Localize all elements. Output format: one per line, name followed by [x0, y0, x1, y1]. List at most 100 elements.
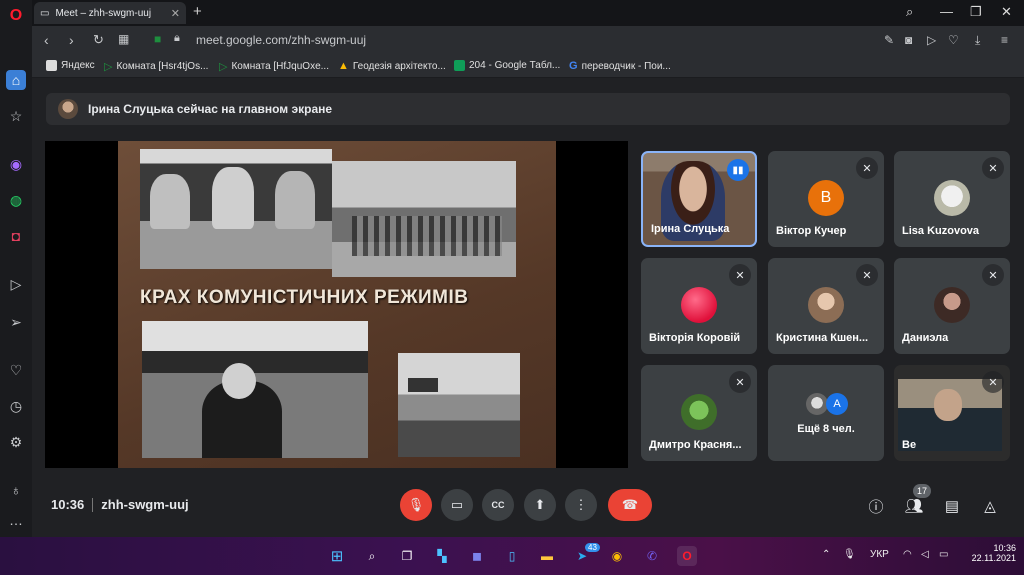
volume-icon[interactable]: ◁: [921, 549, 929, 560]
url-field[interactable]: meet.google.com/zhh-swgm-uuj: [196, 33, 366, 47]
mic-toggle-button[interactable]: 🎙︎: [400, 489, 432, 521]
solidarnosc-logo: [150, 327, 360, 349]
activities-icon: ◬: [984, 498, 996, 515]
banner-text: Ірина Слуцька сейчас на главном экране: [88, 102, 333, 116]
instagram-icon[interactable]: ◘: [6, 226, 26, 246]
battery-icon[interactable]: ▭: [939, 549, 948, 560]
telegram-badge: 43: [585, 543, 600, 552]
viber-icon[interactable]: ✆: [642, 546, 662, 566]
widgets-icon[interactable]: ▚: [432, 546, 452, 566]
chat-icon: ▤: [944, 498, 960, 515]
participant-tile[interactable]: ✕ В Віктор Кучер: [768, 151, 884, 247]
heart-icon[interactable]: ♡: [6, 360, 26, 380]
bookmark-label: Комната [Hsr4tjOs...: [116, 61, 209, 72]
participant-tile[interactable]: ✕ Ве: [894, 365, 1010, 461]
send-icon[interactable]: ➢: [6, 312, 26, 332]
camera-toggle-button[interactable]: ▭: [441, 489, 473, 521]
end-call-button[interactable]: ☎: [608, 489, 652, 521]
tab-meet[interactable]: ▭ Meet – zhh-swgm-uuj ✕: [34, 2, 186, 24]
tray-chevron-icon[interactable]: ⌃: [822, 549, 830, 560]
whatsapp-icon[interactable]: ◍: [6, 190, 26, 210]
captions-button[interactable]: CC: [482, 489, 514, 521]
bookmark-item[interactable]: 204 - Google Табл...: [454, 60, 560, 71]
lock-icon[interactable]: 🔒︎: [174, 32, 180, 45]
opera-logo-icon[interactable]: O: [6, 6, 26, 26]
meeting-details-button[interactable]: ⓘ: [866, 496, 886, 516]
bookmark-label: Яндекс: [61, 60, 95, 71]
participant-tile[interactable]: ✕ Дмитро Красня...: [641, 365, 757, 461]
tab-favicon-icon: ▭: [40, 7, 50, 19]
bookmark-heart-icon[interactable]: ♡: [948, 33, 959, 47]
people-icon: 👥︎: [904, 498, 924, 515]
photo-queue: [332, 161, 516, 277]
chrome-icon[interactable]: ◉: [607, 546, 627, 566]
file-explorer-icon[interactable]: ▬: [537, 546, 557, 566]
close-window-icon[interactable]: ✕: [1001, 4, 1012, 20]
mic-off-icon: ✕: [982, 264, 1004, 286]
participant-name: Ірина Слуцька: [651, 223, 730, 235]
minimize-icon[interactable]: —: [940, 4, 953, 19]
language-indicator[interactable]: УКР: [870, 549, 889, 560]
bookmark-item[interactable]: ▲ Геодезія архітекто...: [338, 60, 446, 72]
screenshot-icon[interactable]: ◙: [905, 33, 912, 47]
bookmark-item[interactable]: ▷ Комната [Hsr4tjOs...: [104, 60, 208, 73]
star-icon[interactable]: ☆: [6, 106, 26, 126]
search-icon[interactable]: ⌕: [906, 4, 913, 20]
back-icon[interactable]: ‹: [44, 32, 49, 48]
chat-button[interactable]: ▤: [942, 496, 962, 516]
clock[interactable]: 10:36 22.11.2021: [968, 543, 1016, 563]
meet-icon: ▷: [104, 61, 113, 73]
lightbulb-icon[interactable]: ♁: [6, 480, 26, 500]
participant-tile[interactable]: ✕ Lisa Kuzovova: [894, 151, 1010, 247]
tabs-grid-icon[interactable]: ▦: [118, 32, 129, 46]
new-tab-button[interactable]: +: [193, 3, 202, 20]
participant-tile[interactable]: ▮▮ Ірина Слуцька: [641, 151, 757, 247]
bookmark-item[interactable]: Яндекс: [46, 60, 95, 71]
participant-tile[interactable]: ✕ Даниэла: [894, 258, 1010, 354]
forward-icon[interactable]: ›: [69, 32, 74, 48]
home-icon[interactable]: ⌂: [6, 70, 26, 90]
page-icon: [46, 60, 57, 71]
more-icon[interactable]: …: [6, 510, 26, 530]
more-participants-tile[interactable]: A Ещё 8 чел.: [768, 365, 884, 461]
phone-icon[interactable]: ▯: [502, 546, 522, 566]
more-options-button[interactable]: ⋮: [565, 489, 597, 521]
history-icon[interactable]: ◷: [6, 396, 26, 416]
participant-tile[interactable]: ✕ Кристина Кшен...: [768, 258, 884, 354]
participant-name: Дмитро Красня...: [649, 439, 742, 451]
photo-leaders: [140, 149, 332, 269]
mic-off-icon: ✕: [729, 371, 751, 393]
send-page-icon[interactable]: ▷: [927, 33, 936, 47]
search-icon[interactable]: ⌕: [362, 546, 382, 566]
bookmark-item[interactable]: ▷ Комната [HfJquOxe...: [219, 60, 329, 73]
restore-icon[interactable]: ❐: [970, 4, 982, 20]
task-view-icon[interactable]: ❐: [397, 546, 417, 566]
participant-tile[interactable]: ✕ Вікторія Коровій: [641, 258, 757, 354]
edit-icon[interactable]: ✎: [884, 33, 894, 47]
phone-hangup-icon: ☎: [621, 497, 639, 512]
opera-taskbar-icon[interactable]: O: [677, 546, 697, 566]
activities-button[interactable]: ◬: [980, 496, 1000, 516]
settings-icon[interactable]: ⚙: [6, 432, 26, 452]
camera-indicator-icon[interactable]: ■: [154, 32, 161, 46]
meet-icon: ▷: [219, 61, 228, 73]
wifi-icon[interactable]: ◠: [903, 549, 912, 560]
start-icon[interactable]: ⊞: [327, 546, 347, 566]
bookmark-item[interactable]: Gпереводчик - Пои...: [569, 60, 671, 72]
microphone-tray-icon[interactable]: 🎙︎: [843, 549, 856, 560]
teams-chat-icon[interactable]: ◼: [467, 546, 487, 566]
close-tab-icon[interactable]: ✕: [171, 7, 180, 20]
clock-date: 22.11.2021: [971, 553, 1016, 563]
mic-off-icon: ✕: [856, 264, 878, 286]
meeting-code: zhh-swgm-uuj: [101, 497, 189, 512]
reload-icon[interactable]: ↻: [93, 32, 104, 48]
download-icon[interactable]: ⤓: [975, 33, 980, 48]
player-icon[interactable]: ▷: [6, 274, 26, 294]
present-button[interactable]: ⬆: [524, 489, 556, 521]
mic-off-icon: ✕: [856, 157, 878, 179]
participant-avatar: [806, 393, 828, 415]
people-button[interactable]: 👥︎: [904, 496, 924, 516]
messenger-icon[interactable]: ◉: [6, 154, 26, 174]
camera-icon: ▭: [450, 497, 464, 512]
menu-icon[interactable]: ≡: [1001, 33, 1008, 47]
